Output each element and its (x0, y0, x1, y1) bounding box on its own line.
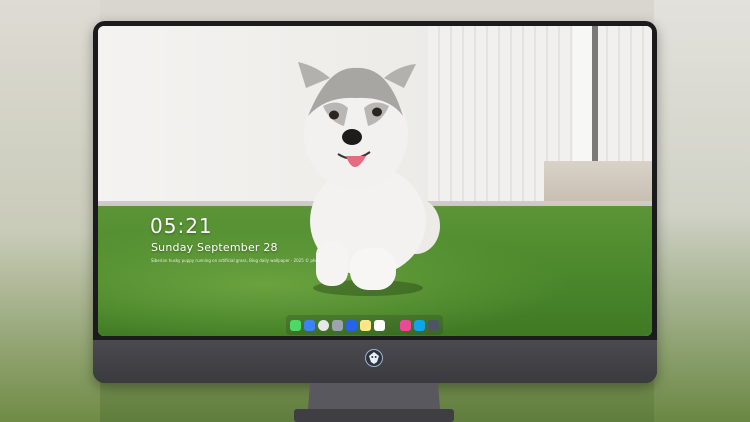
lockscreen-date: Sunday September 28 (151, 241, 278, 254)
monitor: 05:21 Sunday September 28 Siberian husky… (93, 21, 657, 383)
lockscreen-time: 05:21 (150, 214, 213, 238)
wallpaper-caption[interactable]: Siberian husky puppy running on artifici… (151, 258, 321, 263)
monitor-stand (294, 383, 454, 422)
browser-icon[interactable] (414, 319, 425, 331)
wallpaper-puppy (298, 62, 440, 296)
monitor-chin (93, 340, 657, 383)
notes-icon[interactable] (360, 319, 371, 331)
background-blur-right (654, 0, 750, 422)
screenshot-icon[interactable] (428, 319, 439, 331)
lock-screen[interactable]: 05:21 Sunday September 28 Siberian husky… (98, 26, 652, 336)
dock (286, 315, 443, 335)
messages-icon[interactable] (290, 319, 301, 331)
app-store-icon[interactable] (332, 319, 343, 331)
files-icon[interactable] (304, 319, 315, 331)
background-blur-left (0, 0, 100, 422)
photos-icon[interactable] (374, 319, 385, 331)
video-icon[interactable] (346, 319, 357, 331)
music-icon[interactable] (400, 319, 411, 331)
brand-logo-icon (365, 349, 383, 367)
clock-icon[interactable] (318, 319, 329, 331)
